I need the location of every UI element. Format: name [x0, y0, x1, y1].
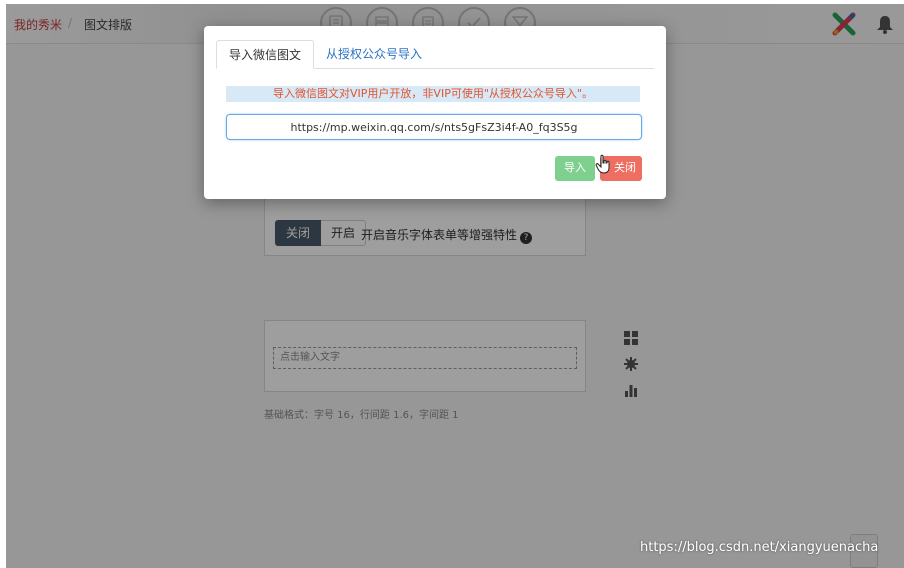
import-button[interactable]: 导入 [555, 156, 595, 181]
app-window: 我的秀米 / 图文排版 关闭 开启 开启音乐字体表单等增强特性 ? 点击输入文字… [6, 4, 904, 568]
import-modal: 导入微信图文 从授权公众号导入 导入微信图文对VIP用户开放，非VIP可使用"从… [204, 26, 666, 199]
vip-notice: 导入微信图文对VIP用户开放，非VIP可使用"从授权公众号导入"。 [226, 86, 640, 102]
article-url-input[interactable] [226, 114, 642, 140]
tab-import-authorized[interactable]: 从授权公众号导入 [314, 40, 434, 69]
tab-import-wechat[interactable]: 导入微信图文 [216, 40, 315, 69]
watermark-text: https://blog.csdn.net/xiangyuenacha [640, 540, 879, 555]
modal-tabs: 导入微信图文 从授权公众号导入 [216, 40, 654, 69]
hand-cursor-icon [595, 154, 610, 174]
